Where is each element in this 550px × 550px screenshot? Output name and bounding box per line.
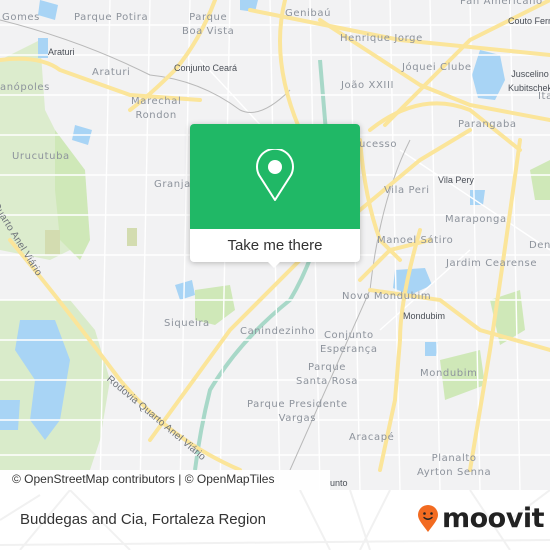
map-label-planalto-ayrton-senna: Planalto Ayrton Senna bbox=[417, 453, 492, 478]
map-label-gomes: Gomes bbox=[2, 12, 40, 23]
map-label-parque-presidente-vargas: Parque Presidente Vargas bbox=[247, 399, 348, 424]
map-label-conjunto-esperanca: Conjunto Esperança bbox=[320, 330, 378, 355]
popup-header bbox=[190, 124, 360, 229]
map-pin-icon bbox=[256, 149, 294, 201]
map-label-henrique-jorge: Henrique Jorge bbox=[340, 33, 423, 44]
map-label-parangaba: Parangaba bbox=[458, 119, 517, 130]
map-label-aracape: Aracapé bbox=[349, 432, 395, 443]
map-label-araturi: Araturi bbox=[92, 67, 131, 78]
map-canvas[interactable]: Gomes Parque Potira Parque Boa Vista Gen… bbox=[0, 0, 550, 490]
map-label-parque-boa-vista: Parque Boa Vista bbox=[182, 12, 235, 37]
map-label-anopoles: anópoles bbox=[0, 82, 50, 93]
moovit-face-pin-icon bbox=[418, 505, 438, 532]
map-label-marechal-rondon: Marechal Rondon bbox=[131, 96, 182, 121]
take-me-there-button[interactable]: Take me there bbox=[190, 229, 360, 262]
map-label-mondubim: Mondubim bbox=[420, 368, 478, 379]
map-label-pan-americano: Pan Americano bbox=[460, 0, 543, 7]
map-label-granja: Granja bbox=[154, 179, 191, 190]
map-label-parque-potira: Parque Potira bbox=[74, 12, 149, 23]
map-label-siqueira: Siqueira bbox=[164, 318, 210, 329]
footer-bar: Buddegas and Cia, Fortaleza Region moovi… bbox=[0, 490, 550, 550]
poi-label-couto-fernandes: Couto Fern bbox=[508, 16, 550, 26]
map-label-genibau: Genibaú bbox=[285, 8, 332, 19]
map-attribution[interactable]: © OpenStreetMap contributors | © OpenMap… bbox=[0, 470, 330, 490]
location-popup[interactable]: Take me there bbox=[190, 124, 360, 268]
poi-label-mondubim: Mondubim bbox=[403, 311, 446, 321]
moovit-logo[interactable]: moovit bbox=[417, 503, 545, 534]
map-label-vila-peri: Vila Peri bbox=[384, 185, 430, 196]
map-label-parque-santa-rosa: Parque Santa Rosa bbox=[296, 362, 358, 387]
poi-label-conjunto-ceara: Conjunto Ceará bbox=[174, 63, 238, 73]
popup-pointer bbox=[266, 260, 282, 268]
map-label-urucutuba: Urucutuba bbox=[12, 151, 70, 162]
map-label-manoel-satiro: Manoel Sátiro bbox=[377, 235, 454, 246]
map-label-canindezinho: Canindezinho bbox=[240, 326, 316, 337]
moovit-wordmark: moovit bbox=[442, 503, 545, 534]
poi-label-araturi: Araturi bbox=[48, 47, 75, 57]
map-label-jardim-cearense: Jardim Cearense bbox=[446, 258, 538, 269]
poi-label-vila-pery: Vila Pery bbox=[438, 175, 474, 185]
map-label-den: Den bbox=[529, 240, 550, 251]
map-label-joquei-clube: Jóquei Clube bbox=[402, 62, 472, 73]
place-title: Buddegas and Cia, Fortaleza Region bbox=[20, 511, 266, 528]
poi-label-juscelino-kubitschek: Juscelino Kubitschek bbox=[508, 69, 550, 93]
map-label-novo-mondubim: Novo Mondubim bbox=[342, 291, 432, 302]
poi-label-conjunto-partial: unto bbox=[330, 478, 348, 488]
map-label-joao-xxiii: João XXIII bbox=[341, 80, 395, 91]
map-label-maraponga: Maraponga bbox=[445, 214, 507, 225]
